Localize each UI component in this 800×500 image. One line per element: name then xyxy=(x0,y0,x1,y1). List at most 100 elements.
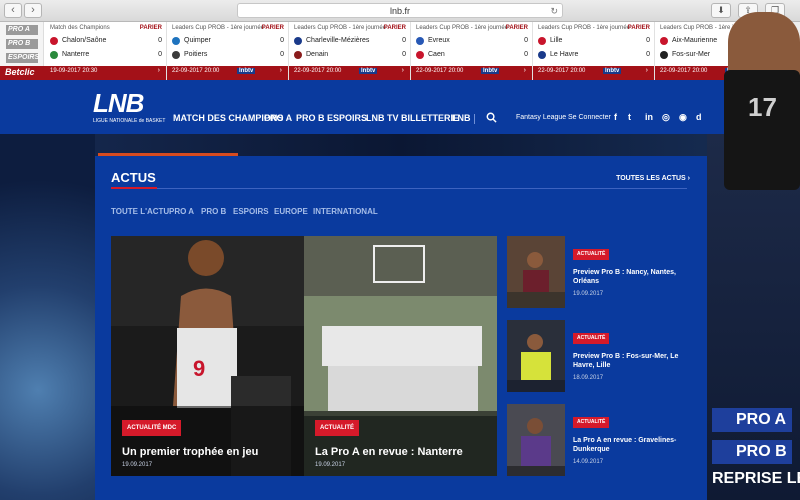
all-news-link[interactable]: TOUTES LES ACTUS › xyxy=(616,175,690,182)
news-title[interactable]: La Pro A en revue : Gravelines-Dunkerque xyxy=(573,436,693,454)
article-title[interactable]: La Pro A en revue : Nanterre xyxy=(315,446,463,458)
chevron-right-icon[interactable]: › xyxy=(158,67,160,74)
team-crest-icon xyxy=(172,51,180,59)
promo-pro-b-badge: PRO B xyxy=(712,440,792,464)
nav-espoirs[interactable]: ESPOIRS xyxy=(327,113,367,123)
facebook-icon[interactable]: f xyxy=(614,112,617,122)
home-team-row: Charleville-Mézières 0 xyxy=(294,36,406,47)
login-link[interactable]: Se Connecter xyxy=(568,114,611,121)
article-image: 9 xyxy=(111,236,304,476)
lnb-tv-badge: lnbtv xyxy=(603,68,622,74)
score-ticker: PRO A PRO B ESPOIRS Betclic Match des Ch… xyxy=(0,22,800,80)
promo-reprise-text: REPRISE LE xyxy=(712,470,800,487)
news-item[interactable]: ACTUALITÉ Preview Pro B : Nancy, Nantes,… xyxy=(507,236,697,308)
filter-international[interactable]: INTERNATIONAL xyxy=(313,207,378,216)
team-score: 0 xyxy=(646,37,650,44)
bet-link[interactable]: PARIER xyxy=(506,25,528,31)
featured-article[interactable]: 9 ACTUALITÉ MDC Un premier trophée en je… xyxy=(111,236,304,476)
match-card[interactable]: Leaders Cup PROB - 1ère journée PARIER Evr… xyxy=(411,22,533,80)
logo-text: LNB xyxy=(93,88,144,118)
espoirs-logo[interactable]: ESPOIRS xyxy=(6,53,39,63)
url-text: lnb.fr xyxy=(389,6,410,16)
filter-pro-b[interactable]: PRO B xyxy=(201,207,226,216)
news-thumbnail xyxy=(507,320,565,392)
filter-espoirs[interactable]: ESPOIRS xyxy=(233,207,269,216)
match-card[interactable]: Match des Champions PARIER Chalon/Saône 0 Na… xyxy=(45,22,167,80)
match-card[interactable]: Leaders Cup PROB - 1ère journée PARIER Qui… xyxy=(167,22,289,80)
title-underline xyxy=(111,187,157,189)
linkedin-icon[interactable]: in xyxy=(645,112,653,122)
team-crest-icon xyxy=(660,51,668,59)
match-date: 22-09-2017 20:00 xyxy=(172,68,220,74)
downloads-icon[interactable]: ⬇ xyxy=(711,3,731,18)
dailymotion-icon[interactable]: d xyxy=(696,112,702,122)
filter-toute-l-actu[interactable]: TOUTE L'ACTU xyxy=(111,207,169,216)
match-competition: Leaders Cup PROB - 1ère journée xyxy=(416,25,509,31)
nav-separator xyxy=(474,114,475,124)
team-crest-icon xyxy=(294,51,302,59)
away-team-row: Nanterre 0 xyxy=(50,50,162,61)
pro-a-logo[interactable]: PRO A xyxy=(6,25,38,35)
search-icon[interactable] xyxy=(486,112,497,123)
match-card[interactable]: Leaders Cup PROB - 1ère journée PARIER Lil… xyxy=(533,22,655,80)
news-date: 14.09.2017 xyxy=(573,459,604,465)
team-name: Le Havre xyxy=(550,51,579,58)
bet-link[interactable]: PARIER xyxy=(262,25,284,31)
team-crest-icon xyxy=(172,37,180,45)
reload-icon[interactable]: ↻ xyxy=(550,4,558,18)
instagram-icon[interactable]: ◎ xyxy=(662,112,670,123)
home-team-row: Quimper 0 xyxy=(172,36,284,47)
away-team-row: Poitiers 0 xyxy=(172,50,284,61)
fantasy-league-link[interactable]: Fantasy League xyxy=(516,114,566,121)
address-bar[interactable]: lnb.fr ↻ xyxy=(237,3,563,18)
nav-lnb[interactable]: LNB xyxy=(452,113,471,123)
team-crest-icon xyxy=(538,51,546,59)
news-item[interactable]: ACTUALITÉ La Pro A en revue : Gravelines… xyxy=(507,404,697,476)
bet-link[interactable]: PARIER xyxy=(140,25,162,31)
team-name: Caen xyxy=(428,51,445,58)
nav-billetterie[interactable]: BILLETTERIE xyxy=(401,113,459,123)
all-news-label: TOUTES LES ACTUS xyxy=(616,175,686,182)
team-name: Denain xyxy=(306,51,329,58)
article-title[interactable]: Un premier trophée en jeu xyxy=(122,446,258,458)
featured-article[interactable]: ACTUALITÉ La Pro A en revue : Nanterre 1… xyxy=(304,236,497,476)
match-competition: Match des Champions xyxy=(50,25,110,31)
home-team-row: Chalon/Saône 0 xyxy=(50,36,162,47)
match-date: 22-09-2017 20:00 xyxy=(538,68,586,74)
snapchat-icon[interactable]: ◉ xyxy=(679,112,687,123)
chevron-right-icon[interactable]: › xyxy=(646,67,648,74)
team-score: 0 xyxy=(402,37,406,44)
pro-b-logo[interactable]: PRO B xyxy=(6,39,38,49)
news-title[interactable]: Preview Pro B : Fos-sur-Mer, Le Havre, L… xyxy=(573,352,693,370)
chevron-right-icon[interactable]: › xyxy=(280,67,282,74)
nav-lnb-tv[interactable]: LNB TV xyxy=(366,113,399,123)
news-item[interactable]: ACTUALITÉ Preview Pro B : Fos-sur-Mer, L… xyxy=(507,320,697,392)
bet-link[interactable]: PARIER xyxy=(384,25,406,31)
twitter-icon[interactable]: t xyxy=(628,112,631,122)
match-competition: Leaders Cup PROB - 1ère journée xyxy=(538,25,631,31)
match-competition: Leaders Cup PROB - 1ère journée xyxy=(172,25,265,31)
actus-panel: ACTUS TOUTES LES ACTUS › TOUTE L'ACTU PR… xyxy=(95,156,707,500)
team-crest-icon xyxy=(416,51,424,59)
team-score: 0 xyxy=(524,37,528,44)
team-name: Chalon/Saône xyxy=(62,37,107,44)
lnb-logo[interactable]: LNB LIGUE NATIONALE de BASKET xyxy=(93,88,165,126)
filter-europe[interactable]: EUROPE xyxy=(274,207,308,216)
team-crest-icon xyxy=(416,37,424,45)
league-logos: PRO A PRO B ESPOIRS xyxy=(0,22,44,66)
browser-toolbar: ‹ › lnb.fr ↻ ⬇ ⇪ ❐ xyxy=(0,0,800,22)
match-card[interactable]: Leaders Cup PROB - 1ère journée PARIER Cha… xyxy=(289,22,411,80)
news-title[interactable]: Preview Pro B : Nancy, Nantes, Orléans xyxy=(573,268,693,286)
forward-button[interactable]: › xyxy=(24,3,42,18)
nav-pro-a[interactable]: PRO A xyxy=(264,113,292,123)
category-badge: ACTUALITÉ xyxy=(573,249,610,260)
bet-link[interactable]: PARIER xyxy=(628,25,650,31)
chevron-right-icon[interactable]: › xyxy=(402,67,404,74)
team-score: 0 xyxy=(280,37,284,44)
nav-pro-b[interactable]: PRO B xyxy=(296,113,325,123)
betclic-logo[interactable]: Betclic xyxy=(5,67,35,77)
back-button[interactable]: ‹ xyxy=(4,3,22,18)
team-crest-icon xyxy=(50,37,58,45)
chevron-right-icon[interactable]: › xyxy=(524,67,526,74)
filter-pro-a[interactable]: PRO A xyxy=(169,207,194,216)
